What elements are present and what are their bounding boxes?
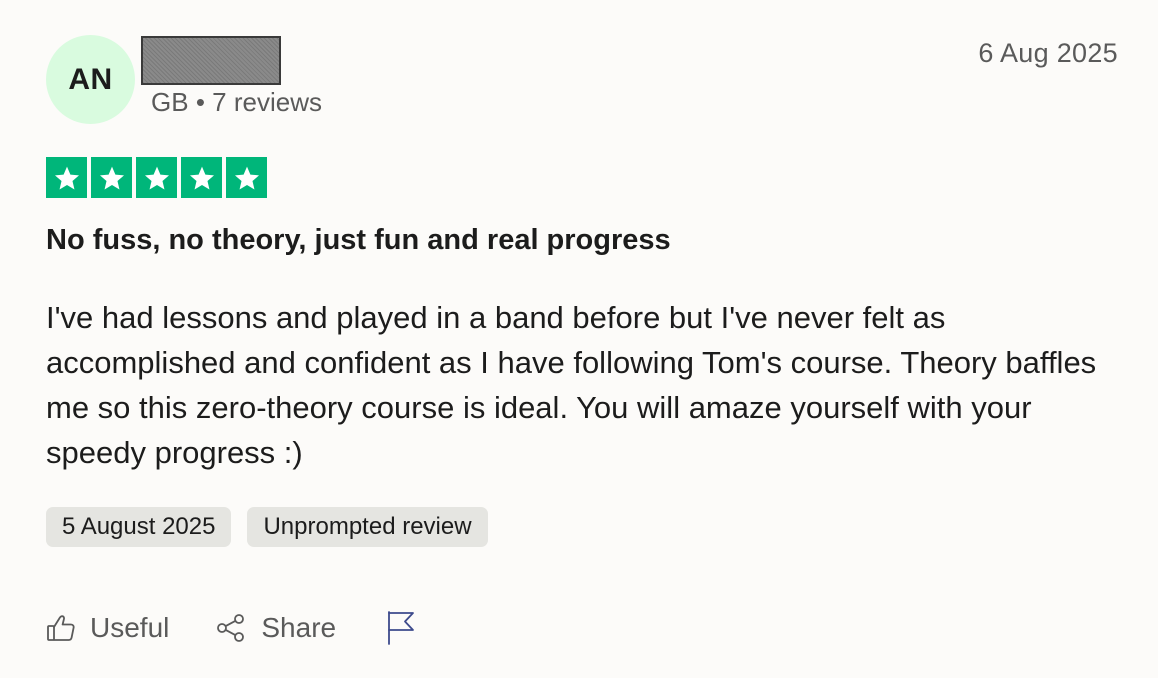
star-rating — [46, 157, 267, 198]
share-label: Share — [261, 612, 337, 643]
star-icon — [181, 157, 222, 198]
share-button[interactable]: Share — [215, 612, 336, 644]
reviewer-meta: GB • 7 reviews — [151, 87, 322, 118]
avatar-initials: AN — [68, 62, 113, 96]
star-icon — [91, 157, 132, 198]
share-icon — [215, 612, 247, 644]
tag-unprompted-review[interactable]: Unprompted review — [247, 507, 488, 547]
reviewer-name-redacted[interactable] — [141, 36, 281, 85]
star-icon — [136, 157, 177, 198]
star-icon — [46, 157, 87, 198]
reviewer-review-count: 7 reviews — [212, 87, 322, 117]
flag-icon — [386, 610, 416, 646]
tag-experience-date: 5 August 2025 — [46, 507, 232, 547]
review-body: I've had lessons and played in a band be… — [46, 300, 1097, 470]
review-title[interactable]: No fuss, no theory, just fun and real pr… — [46, 224, 671, 257]
review-actions: Useful Share — [46, 607, 416, 649]
useful-label: Useful — [90, 612, 170, 643]
review-tags: 5 August 2025 Unprompted review — [46, 507, 488, 547]
review-posted-date: 6 Aug 2025 — [978, 38, 1118, 68]
report-button[interactable] — [386, 610, 416, 646]
avatar[interactable]: AN — [46, 35, 135, 124]
review-card: AN GB • 7 reviews 6 Aug 2025 No fuss, no… — [0, 0, 1158, 678]
star-icon — [226, 157, 267, 198]
reviewer-country: GB — [151, 87, 189, 117]
meta-separator: • — [195, 87, 205, 117]
useful-button[interactable]: Useful — [46, 612, 169, 644]
thumbs-up-icon — [46, 613, 76, 643]
